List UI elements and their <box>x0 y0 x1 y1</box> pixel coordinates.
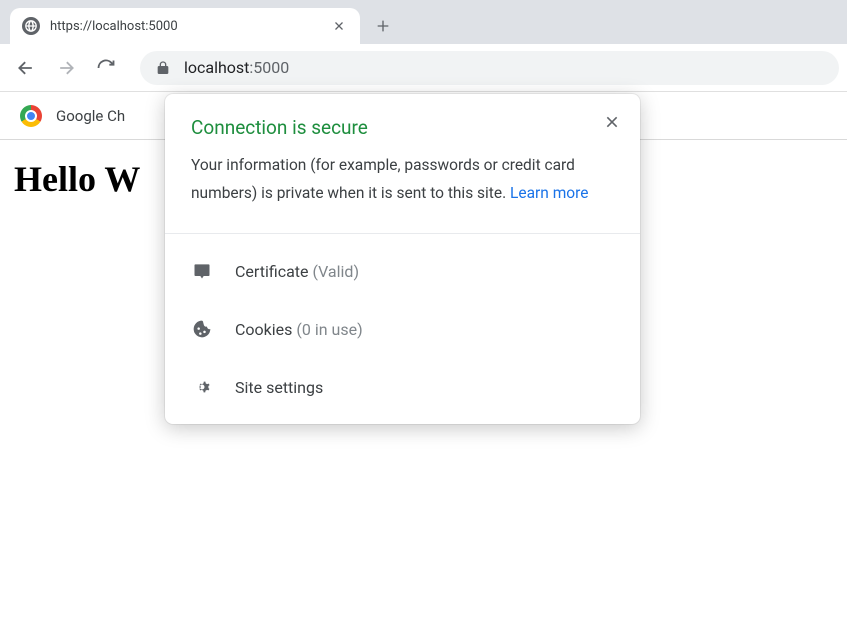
address-host: localhost <box>184 58 249 77</box>
cookies-label: Cookies (0 in use) <box>235 320 363 339</box>
certificate-icon <box>191 260 213 282</box>
popup-title: Connection is secure <box>191 116 614 139</box>
site-settings-item[interactable]: Site settings <box>165 358 640 416</box>
address-port: :5000 <box>249 58 289 77</box>
tab-strip: https://localhost:5000 <box>0 0 847 44</box>
tab-close-button[interactable] <box>330 17 348 35</box>
globe-icon <box>22 17 40 35</box>
cookie-icon <box>191 318 213 340</box>
popup-list: Certificate (Valid) Cookies (0 in use) S… <box>165 234 640 424</box>
forward-button[interactable] <box>48 50 84 86</box>
popup-header: Connection is secure Your information (f… <box>165 94 640 233</box>
certificate-item[interactable]: Certificate (Valid) <box>165 242 640 300</box>
learn-more-link[interactable]: Learn more <box>510 181 588 205</box>
popup-description: Your information (for example, passwords… <box>191 153 614 205</box>
lock-icon[interactable] <box>152 57 174 79</box>
popup-close-button[interactable] <box>598 108 626 136</box>
back-button[interactable] <box>8 50 44 86</box>
chrome-logo-icon <box>20 105 42 127</box>
browser-tab[interactable]: https://localhost:5000 <box>10 8 360 44</box>
bookmark-item[interactable]: Google Ch <box>56 107 125 125</box>
new-tab-button[interactable] <box>368 11 398 41</box>
address-text: localhost:5000 <box>184 58 289 77</box>
cookies-item[interactable]: Cookies (0 in use) <box>165 300 640 358</box>
reload-button[interactable] <box>88 50 124 86</box>
site-settings-label: Site settings <box>235 378 323 397</box>
tab-title: https://localhost:5000 <box>50 19 320 34</box>
connection-info-popup: Connection is secure Your information (f… <box>165 94 640 424</box>
gear-icon <box>191 376 213 398</box>
browser-toolbar: localhost:5000 <box>0 44 847 92</box>
certificate-label: Certificate (Valid) <box>235 262 359 281</box>
address-bar[interactable]: localhost:5000 <box>140 51 839 85</box>
